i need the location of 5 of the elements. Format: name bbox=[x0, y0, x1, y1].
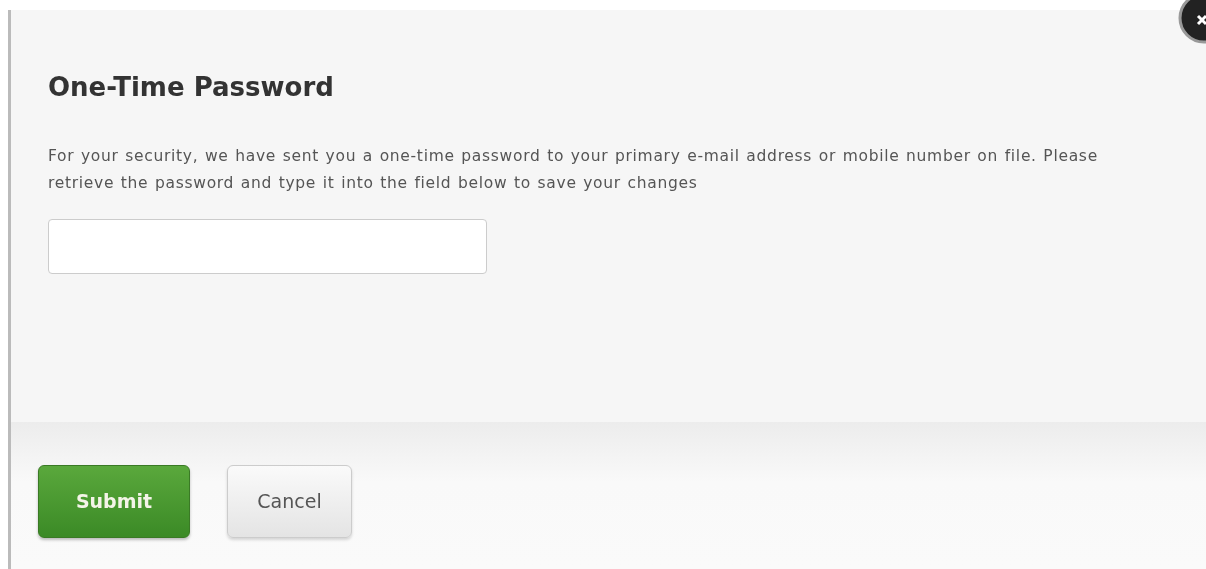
dialog-title: One-Time Password bbox=[48, 72, 335, 104]
cancel-button[interactable]: Cancel bbox=[227, 465, 352, 538]
instructions-text: For your security, we have sent you a one-time password to your primary e-mail address or mobile number on file. Please retrieve the password and type it into the field below to save your changes bbox=[48, 146, 1098, 195]
password-field[interactable] bbox=[48, 219, 487, 275]
close-icon[interactable] bbox=[1176, 0, 1206, 44]
